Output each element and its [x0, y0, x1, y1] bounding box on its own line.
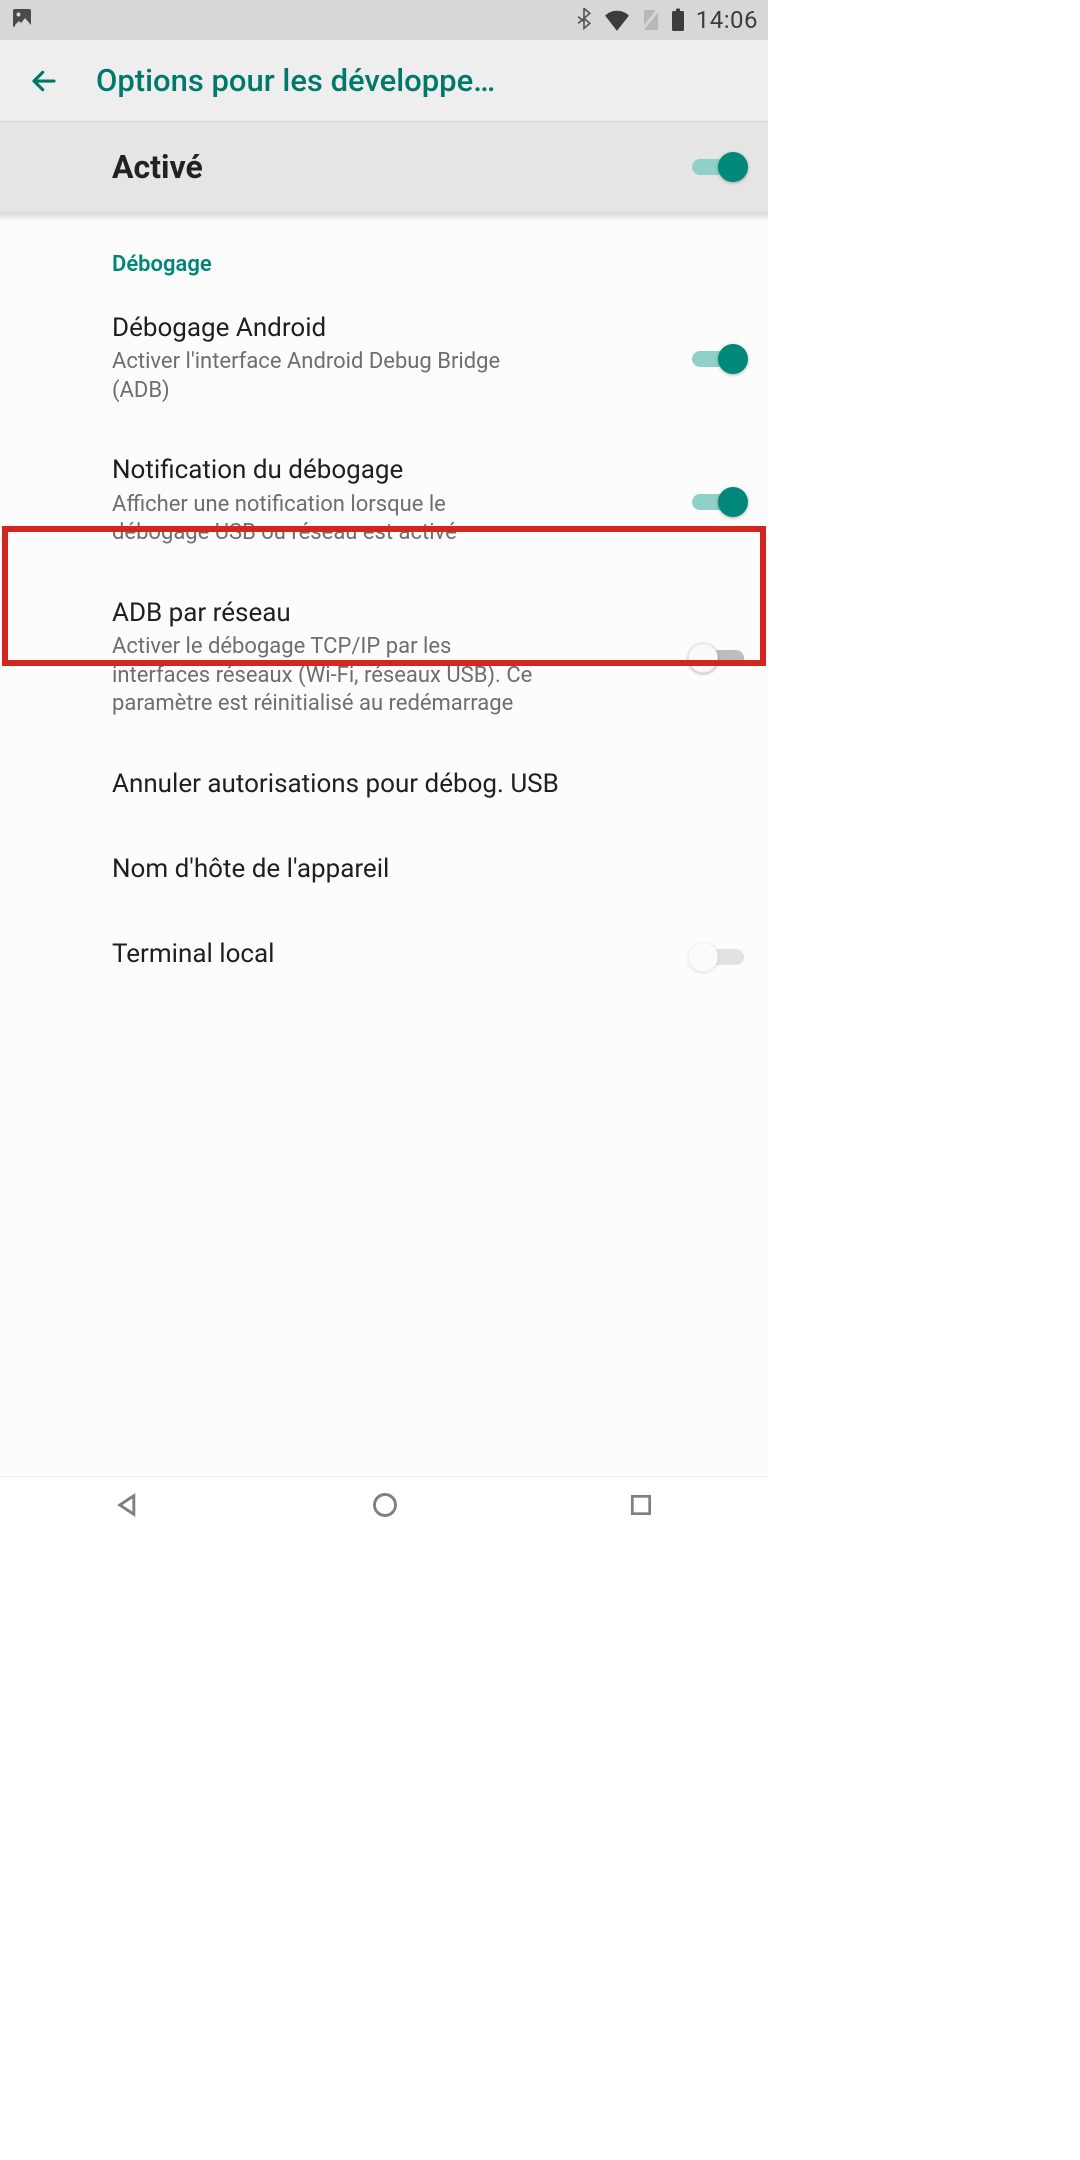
setting-title: ADB par réseau: [112, 598, 674, 629]
setting-sub: Activer l'interface Android Debug Bridge…: [112, 348, 542, 405]
bluetooth-icon: [574, 8, 594, 32]
setting-title: Annuler autorisations pour débog. USB: [112, 769, 726, 800]
settings-content: Débogage Débogage Android Activer l'inte…: [0, 220, 768, 1476]
setting-android-debug[interactable]: Débogage Android Activer l'interface And…: [0, 289, 768, 431]
setting-revoke-usb[interactable]: Annuler autorisations pour débog. USB: [0, 745, 768, 830]
nav-home-button[interactable]: [371, 1491, 399, 1523]
setting-title: Notification du débogage: [112, 455, 674, 486]
nav-recent-button[interactable]: [628, 1492, 654, 1522]
app-bar: Options pour les développe…: [0, 40, 768, 122]
setting-sub: Afficher une notification lorsque le déb…: [112, 491, 542, 548]
nav-bar: [0, 1476, 768, 1536]
status-bar: 14:06: [0, 0, 768, 40]
no-sim-icon: [640, 8, 660, 32]
master-toggle-row[interactable]: Activé: [0, 122, 768, 214]
setting-debug-notif[interactable]: Notification du débogage Afficher une no…: [0, 431, 768, 573]
terminal-switch[interactable]: [692, 941, 744, 973]
setting-adb-net[interactable]: ADB par réseau Activer le débogage TCP/I…: [0, 574, 768, 745]
setting-hostname[interactable]: Nom d'hôte de l'appareil: [0, 830, 768, 915]
picture-icon: [10, 6, 34, 34]
battery-icon: [670, 8, 686, 32]
wifi-icon: [604, 9, 630, 31]
square-recent-icon: [628, 1492, 654, 1518]
setting-title: Débogage Android: [112, 313, 674, 344]
section-debug: Débogage: [0, 220, 768, 289]
adb-net-switch[interactable]: [692, 642, 744, 674]
setting-sub: Activer le débogage TCP/IP par les inter…: [112, 633, 542, 719]
setting-title: Nom d'hôte de l'appareil: [112, 854, 726, 885]
circle-home-icon: [371, 1491, 399, 1519]
master-toggle-label: Activé: [112, 148, 692, 186]
back-button[interactable]: [20, 57, 68, 105]
android-debug-switch[interactable]: [692, 343, 744, 375]
clock: 14:06: [696, 6, 758, 34]
setting-title: Terminal local: [112, 939, 674, 970]
screen: 14:06 Options pour les développe… Activé…: [0, 0, 768, 1536]
status-right: 14:06: [574, 6, 758, 34]
status-left: [10, 6, 34, 34]
master-switch[interactable]: [692, 151, 744, 183]
setting-terminal[interactable]: Terminal local: [0, 915, 768, 978]
nav-back-button[interactable]: [114, 1491, 142, 1523]
debug-notif-switch[interactable]: [692, 486, 744, 518]
page-title: Options pour les développe…: [96, 62, 748, 99]
arrow-left-icon: [29, 66, 59, 96]
triangle-back-icon: [114, 1491, 142, 1519]
